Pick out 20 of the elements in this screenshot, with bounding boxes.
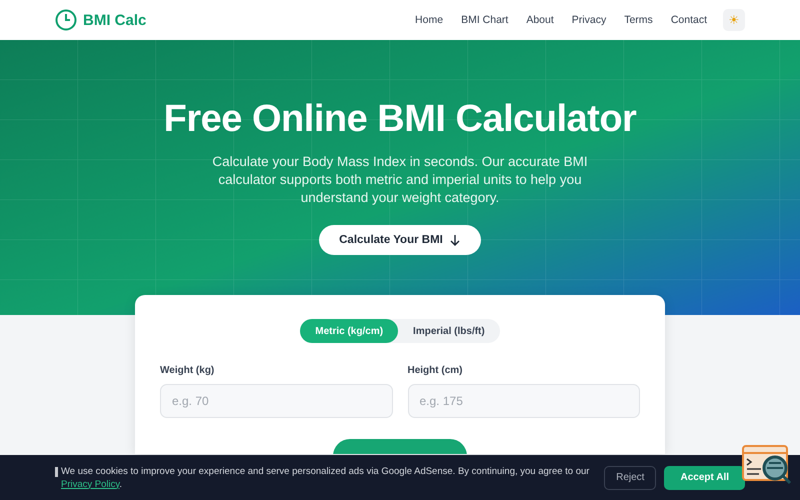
nav-link[interactable]: Terms — [624, 14, 653, 26]
unit-tab[interactable]: Imperial (lbs/ft) — [398, 319, 500, 343]
nav-link[interactable]: Contact — [670, 14, 707, 26]
field-label: Height (cm) — [408, 365, 464, 376]
cookie-message: We use cookies to improve your experience and serve personalized ads via Google AdSense. By continuing, you agree to our Privacy Policy. — [61, 464, 590, 490]
reject-button[interactable]: Reject — [604, 466, 656, 490]
hero-subtitle: Calculate your Body Mass Index in seconds. Our accurate BMI calculator supports both metric and imperial units to help you understand your weight category. — [211, 153, 589, 207]
hero-title: Free Online BMI Calculator — [164, 98, 636, 141]
input-field[interactable]: e.g. 70 — [160, 384, 392, 418]
cookie-icon — [55, 466, 58, 476]
calculate-your-bmi-button[interactable]: Calculate Your BMI — [319, 225, 481, 255]
clock-icon — [55, 9, 77, 31]
arrow-down-icon — [448, 234, 461, 246]
privacy-policy-link[interactable]: Privacy Policy — [61, 478, 120, 490]
input-field[interactable]: e.g. 175 — [408, 384, 640, 418]
nav-link[interactable]: Privacy — [572, 14, 606, 26]
nav-link[interactable]: About — [526, 14, 554, 26]
nav-link[interactable]: Home — [415, 14, 444, 26]
nav-link[interactable]: BMI Chart — [461, 14, 508, 26]
field-label: Weight (kg) — [160, 365, 216, 376]
